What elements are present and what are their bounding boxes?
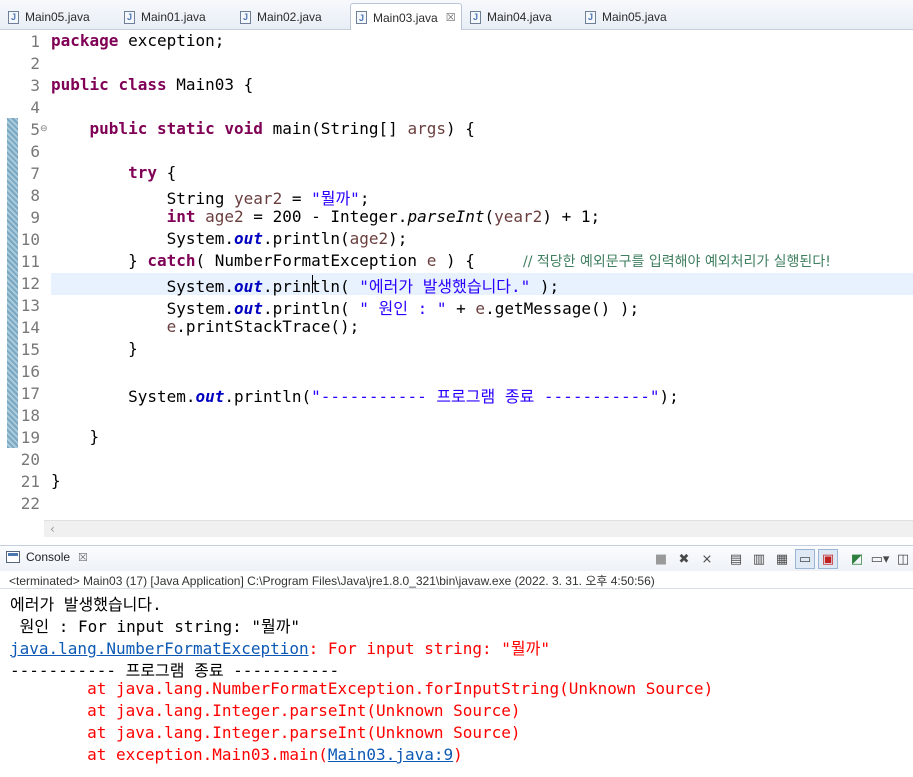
tab-label: Main05.java bbox=[25, 10, 90, 24]
code-line-19: } bbox=[89, 427, 100, 446]
line-number: 10 bbox=[20, 230, 40, 249]
tab-console[interactable]: Console ☒ bbox=[6, 550, 88, 564]
line-number: 3 bbox=[30, 76, 40, 95]
stack-trace-line: at java.lang.NumberFormatException.forIn… bbox=[10, 679, 714, 698]
console-output[interactable]: 에러가 발생했습니다. 원인 : For input string: "뭘까" … bbox=[0, 588, 913, 777]
tab-label: Main01.java bbox=[141, 10, 206, 24]
console-tab-label: Console bbox=[26, 550, 71, 564]
code-line-14: e.printStackTrace(); bbox=[166, 317, 360, 336]
console-line: ----------- 프로그램 종료 ----------- bbox=[10, 661, 340, 680]
line-number: 17 bbox=[20, 384, 40, 403]
line-number: 20 bbox=[20, 450, 40, 469]
line-number: 4 bbox=[30, 98, 40, 117]
line-number: 11 bbox=[20, 252, 40, 271]
code-line-10: System.out.println(age2); bbox=[166, 229, 408, 248]
code-line-13: System.out.println( " 원인 : " + e.getMess… bbox=[166, 299, 640, 318]
code-line-3: public class Main03 { bbox=[51, 75, 254, 94]
line-number: 21 bbox=[20, 472, 40, 491]
console-line: 에러가 발생했습니다. bbox=[10, 595, 162, 614]
tab-main03[interactable]: J Main03.java ☒ bbox=[350, 3, 462, 31]
change-marker-bar bbox=[7, 118, 18, 448]
close-icon[interactable]: ☒ bbox=[446, 11, 456, 24]
open-console-icon[interactable]: ◫ bbox=[893, 549, 913, 569]
display-console-icon[interactable]: ▭▾ bbox=[870, 549, 890, 569]
line-number: 12 bbox=[20, 274, 40, 293]
tab-label: Main04.java bbox=[487, 10, 552, 24]
tab-label: Main05.java bbox=[602, 10, 667, 24]
tab-main02[interactable]: J Main02.java bbox=[240, 4, 322, 30]
console-icon bbox=[6, 551, 20, 563]
editor-tab-bar: J Main05.java J Main01.java J Main02.jav… bbox=[0, 0, 913, 31]
remove-launch-icon[interactable]: ✖ bbox=[674, 549, 694, 569]
stack-trace-line: at exception.Main03.main(Main03.java:9) bbox=[10, 745, 463, 764]
remove-all-icon[interactable]: ⨯ bbox=[697, 549, 717, 569]
code-editor[interactable]: 1 2 3 4 5 6 7 8 9 10 11 12 13 14 15 16 1… bbox=[0, 30, 913, 537]
console-view-header: Console ☒ ■ ✖ ⨯ ▤ ▥ ▦ ▭ ▣ ◩ ▭▾ ◫ bbox=[0, 545, 913, 571]
line-number: 8 bbox=[30, 186, 40, 205]
pin-console-icon[interactable]: ◩ bbox=[847, 549, 867, 569]
console-status-line: <terminated> Main03 (17) [Java Applicati… bbox=[9, 574, 655, 588]
code-line-15: } bbox=[128, 339, 138, 358]
code-line-11: } catch( NumberFormatException e ) { // … bbox=[128, 251, 831, 270]
java-file-icon: J bbox=[356, 11, 367, 24]
line-number: 2 bbox=[30, 54, 40, 73]
tab-main05-b[interactable]: J Main05.java bbox=[585, 4, 667, 30]
scroll-lock-icon[interactable]: ▥ bbox=[749, 549, 769, 569]
stack-trace-line: at java.lang.Integer.parseInt(Unknown So… bbox=[10, 723, 521, 742]
java-file-icon: J bbox=[585, 10, 596, 24]
close-icon[interactable]: ☒ bbox=[78, 551, 88, 564]
show-on-output-icon[interactable]: ▭ bbox=[795, 549, 815, 569]
word-wrap-icon[interactable]: ▦ bbox=[772, 549, 792, 569]
console-line: java.lang.NumberFormatException: For inp… bbox=[10, 639, 550, 658]
java-file-icon: J bbox=[240, 10, 251, 24]
source-link[interactable]: Main03.java:9 bbox=[328, 745, 453, 764]
clear-console-icon[interactable]: ▤ bbox=[726, 549, 746, 569]
code-line-7: try { bbox=[128, 163, 177, 182]
tab-main05[interactable]: J Main05.java bbox=[8, 4, 90, 30]
line-number: 6 bbox=[30, 142, 40, 161]
tab-label: Main03.java bbox=[373, 10, 438, 25]
tab-main01[interactable]: J Main01.java bbox=[124, 4, 206, 30]
tab-label: Main02.java bbox=[257, 10, 322, 24]
code-line-9: int age2 = 200 - Integer.parseInt(year2)… bbox=[166, 207, 601, 226]
code-line-8: String year2 = "뭘까"; bbox=[166, 189, 370, 208]
exception-link[interactable]: java.lang.NumberFormatException bbox=[10, 639, 309, 658]
code-comment: // 적당한 예외문구를 입력해야 예외처리가 실행된다! bbox=[523, 254, 831, 270]
scroll-left-icon[interactable]: ‹ bbox=[50, 522, 55, 536]
code-line-5: public static void main(String[] args) { bbox=[89, 119, 475, 138]
line-number: 15 bbox=[20, 340, 40, 359]
line-number: 13 bbox=[20, 296, 40, 315]
java-file-icon: J bbox=[470, 10, 481, 24]
line-number: 7 bbox=[30, 164, 40, 183]
line-number: 18 bbox=[20, 406, 40, 425]
show-on-error-icon[interactable]: ▣ bbox=[818, 549, 838, 569]
console-toolbar: ■ ✖ ⨯ ▤ ▥ ▦ ▭ ▣ ◩ ▭▾ ◫ bbox=[651, 549, 913, 569]
line-number: 19 bbox=[20, 428, 40, 447]
line-number: 14 bbox=[20, 318, 40, 337]
text-caret bbox=[312, 275, 313, 293]
terminate-icon[interactable]: ■ bbox=[651, 549, 671, 569]
fold-toggle-icon[interactable]: ⊖ bbox=[40, 124, 48, 134]
stack-trace-line: at java.lang.Integer.parseInt(Unknown So… bbox=[10, 701, 521, 720]
line-number: 1 bbox=[30, 32, 40, 51]
line-number: 5 bbox=[30, 120, 40, 139]
code-line-21: } bbox=[51, 471, 61, 490]
code-line-12-current: System.out.println( "에러가 발생했습니다." ); bbox=[51, 273, 913, 296]
line-number: 9 bbox=[30, 208, 40, 227]
java-file-icon: J bbox=[124, 10, 135, 24]
code-line-1: package exception; bbox=[51, 31, 225, 50]
console-line: 원인 : For input string: "뭘까" bbox=[10, 617, 301, 636]
tab-main04[interactable]: J Main04.java bbox=[470, 4, 552, 30]
horizontal-scrollbar[interactable]: ‹ bbox=[44, 520, 913, 537]
line-number: 22 bbox=[20, 494, 40, 513]
java-file-icon: J bbox=[8, 10, 19, 24]
code-line-17: System.out.println("----------- 프로그램 종료 … bbox=[128, 387, 679, 406]
line-number: 16 bbox=[20, 362, 40, 381]
